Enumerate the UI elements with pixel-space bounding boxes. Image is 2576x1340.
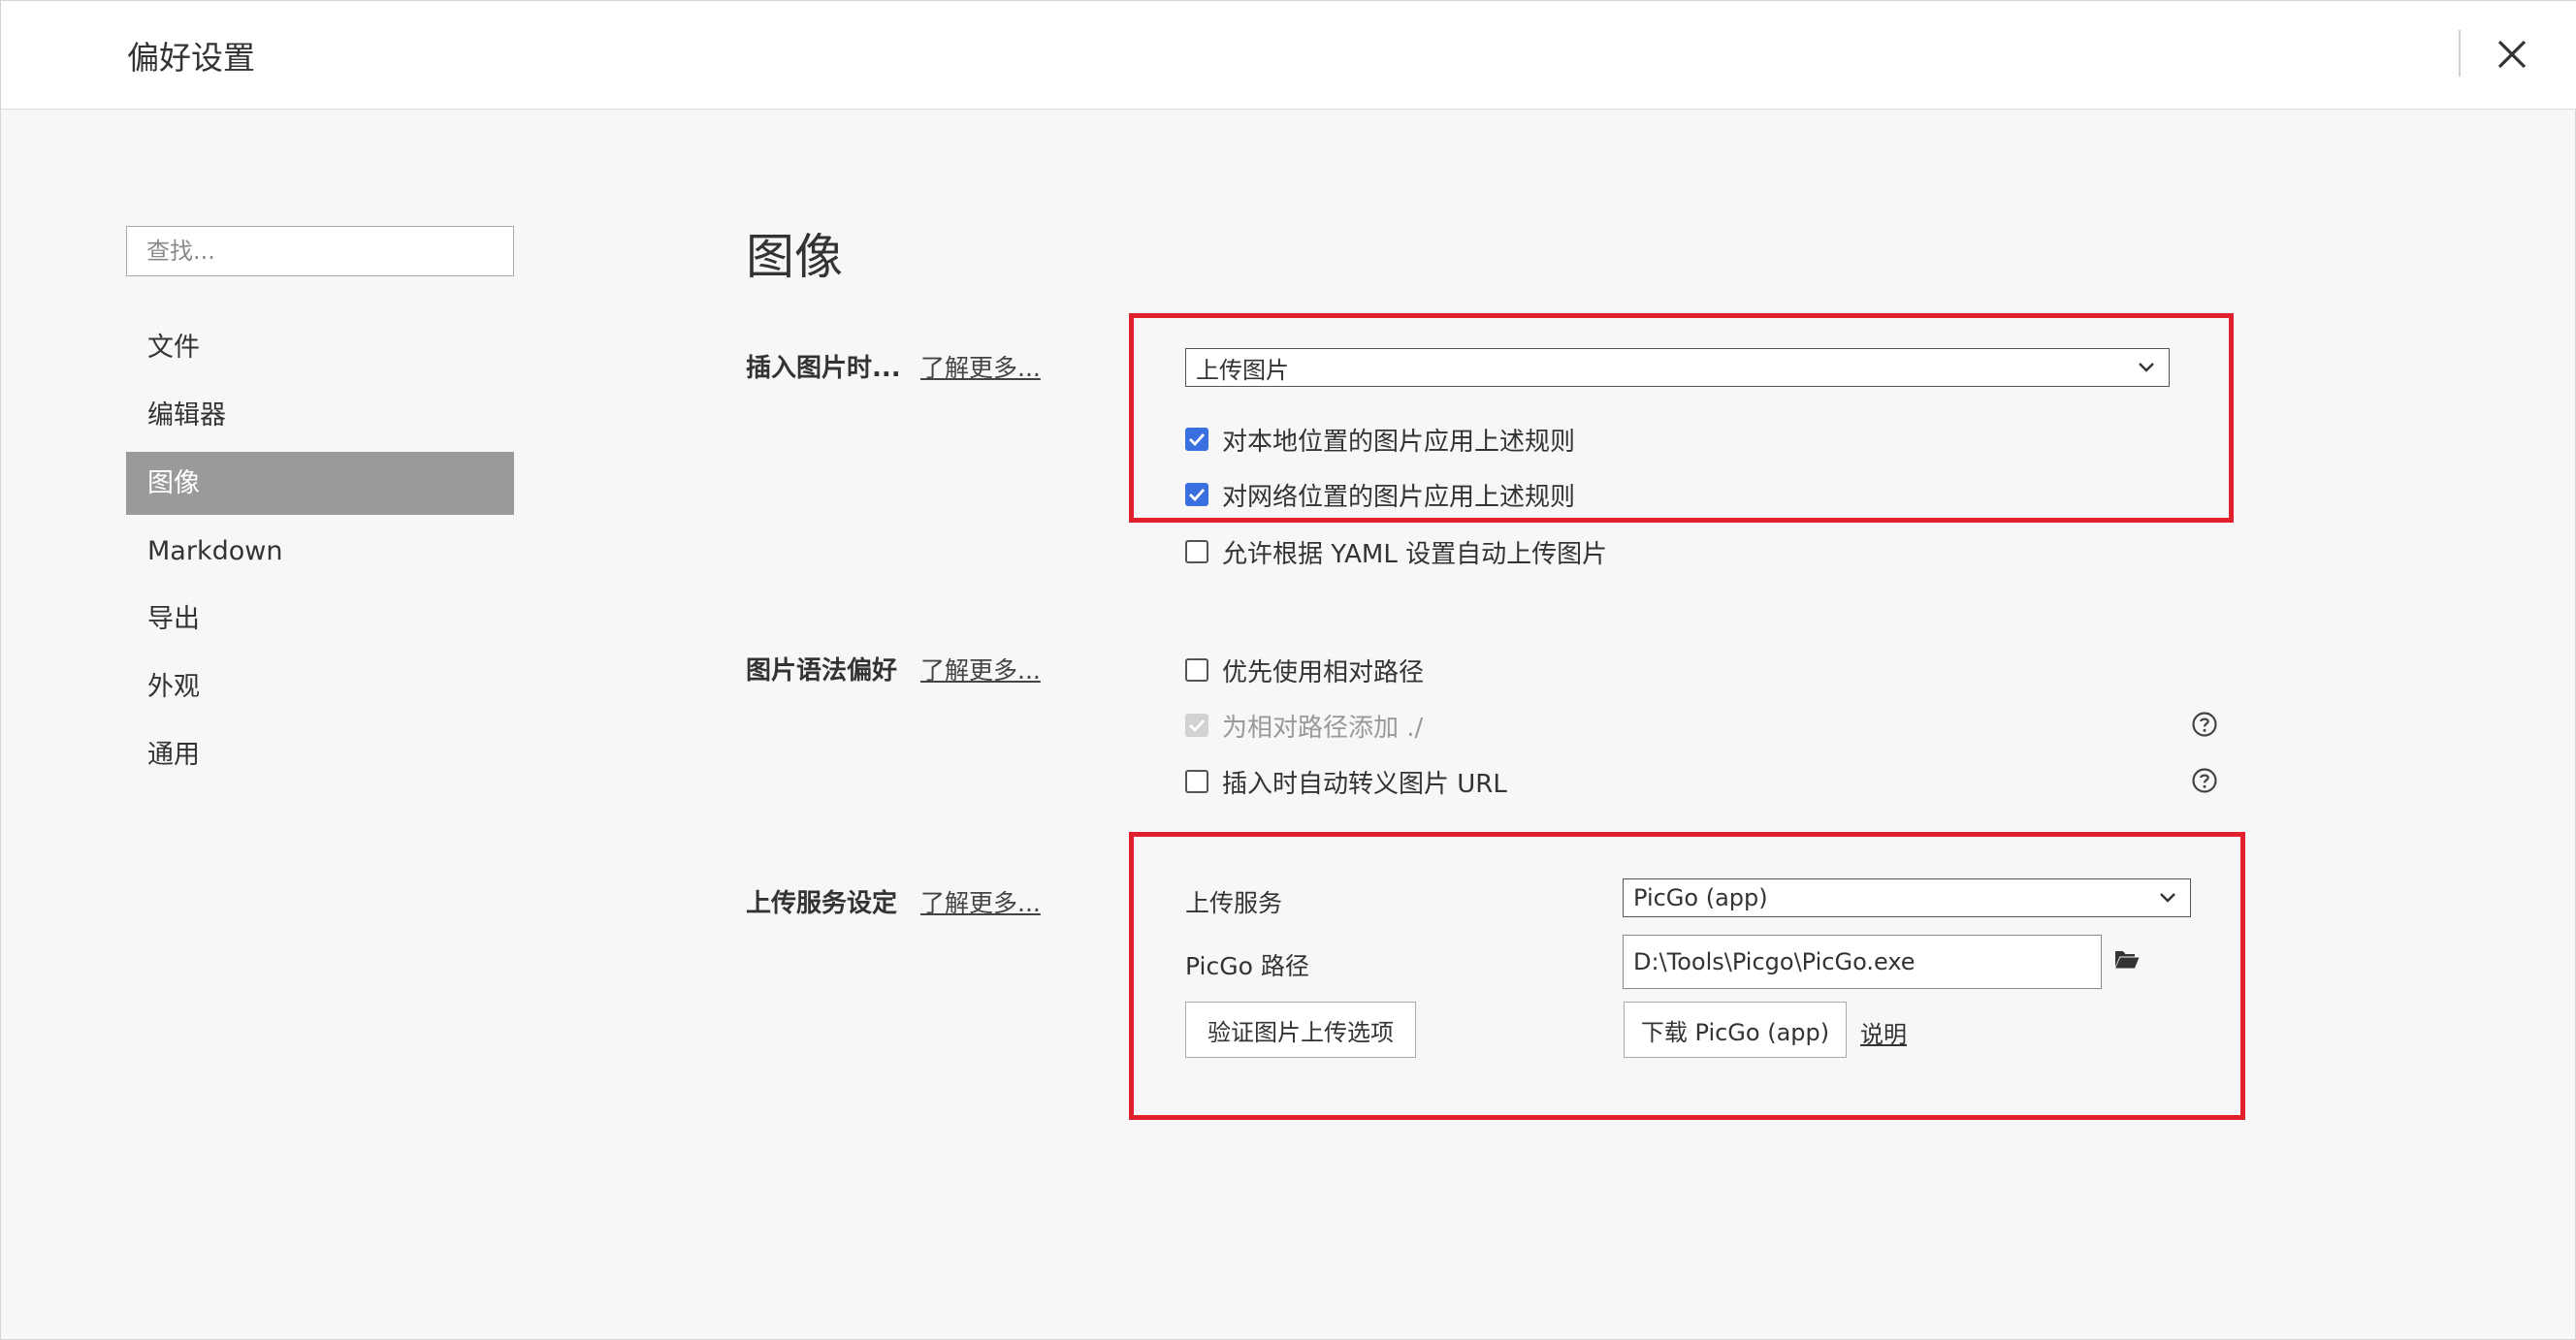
option-escape-url-label: 插入时自动转义图片 URL [1222,769,1507,799]
preferences-window: 偏好设置 文件 编辑器 图像 Markdown 导出 外观 通用 图像 插入图片… [0,0,2576,1340]
title-bar: 偏好设置 [1,1,2576,110]
help-icon[interactable] [2191,711,2218,738]
syntax-learn-more-link[interactable]: 了解更多... [920,652,1041,686]
title-separator [2459,30,2461,77]
option-prefer-relative-label: 优先使用相对路径 [1222,657,1425,687]
help-icon[interactable] [2191,767,2218,794]
checkbox-add-dot-slash [1185,714,1208,737]
syntax-section-label: 图片语法偏好 [746,656,898,686]
sidebar-item-file[interactable]: 文件 [126,316,514,379]
sidebar-nav: 文件 编辑器 图像 Markdown 导出 外观 通用 [126,316,514,791]
option-yaml-upload[interactable]: 允许根据 YAML 设置自动上传图片 [1185,532,1607,571]
page-title: 图像 [746,229,843,285]
checkbox-yaml-upload[interactable] [1185,540,1208,563]
option-yaml-upload-label: 允许根据 YAML 设置自动上传图片 [1222,539,1608,569]
search-input[interactable] [126,226,514,276]
sidebar-item-appearance[interactable]: 外观 [126,655,514,718]
option-add-dot-slash: 为相对路径添加 ./ [1185,706,1423,745]
check-icon [1189,719,1206,732]
checkbox-prefer-relative[interactable] [1185,658,1208,682]
option-escape-url[interactable]: 插入时自动转义图片 URL [1185,762,1507,801]
upload-section-label: 上传服务设定 [746,889,898,918]
sidebar-item-general[interactable]: 通用 [126,723,514,786]
highlight-box-upload [1129,832,2245,1120]
sidebar-item-markdown[interactable]: Markdown [126,520,514,583]
close-icon [2497,40,2527,69]
sidebar-item-export[interactable]: 导出 [126,588,514,651]
upload-learn-more-link[interactable]: 了解更多... [920,884,1041,919]
highlight-box-insert [1129,313,2234,523]
insert-learn-more-link[interactable]: 了解更多... [920,349,1041,384]
insert-section-label: 插入图片时... [746,354,901,383]
option-add-dot-slash-label: 为相对路径添加 ./ [1222,713,1424,743]
sidebar-item-image[interactable]: 图像 [126,452,514,515]
window-title: 偏好设置 [127,39,255,77]
checkbox-escape-url[interactable] [1185,770,1208,793]
sidebar-item-editor[interactable]: 编辑器 [126,384,514,447]
option-prefer-relative[interactable]: 优先使用相对路径 [1185,651,1424,689]
close-button[interactable] [2486,28,2538,80]
